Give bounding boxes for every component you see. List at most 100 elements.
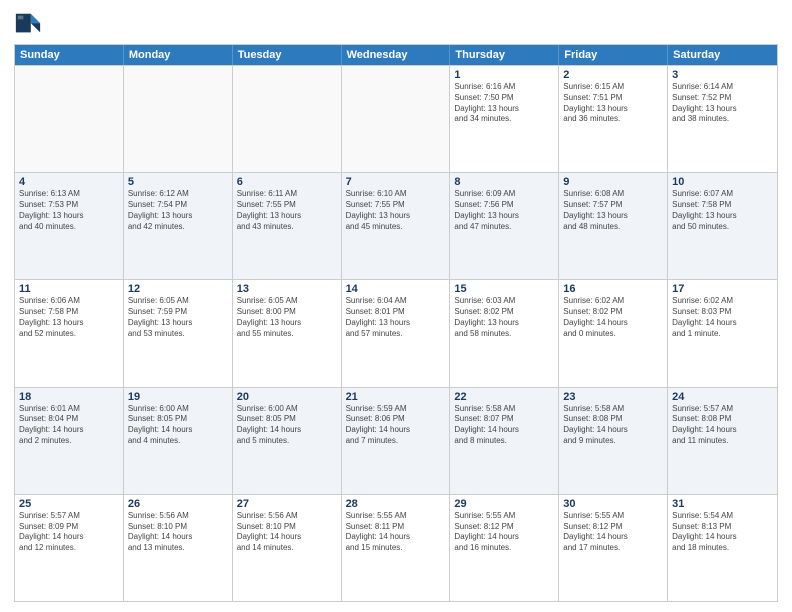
day-info: Sunrise: 6:01 AM Sunset: 8:04 PM Dayligh… (19, 404, 119, 447)
weekday-header: Monday (124, 45, 233, 65)
day-info: Sunrise: 6:11 AM Sunset: 7:55 PM Dayligh… (237, 189, 337, 232)
calendar-cell: 9Sunrise: 6:08 AM Sunset: 7:57 PM Daylig… (559, 173, 668, 279)
day-info: Sunrise: 5:56 AM Sunset: 8:10 PM Dayligh… (237, 511, 337, 554)
calendar-cell: 5Sunrise: 6:12 AM Sunset: 7:54 PM Daylig… (124, 173, 233, 279)
day-number: 23 (563, 391, 663, 403)
day-number: 16 (563, 283, 663, 295)
weekday-header: Thursday (450, 45, 559, 65)
calendar-cell (124, 66, 233, 172)
day-info: Sunrise: 6:04 AM Sunset: 8:01 PM Dayligh… (346, 296, 446, 339)
day-number: 12 (128, 283, 228, 295)
calendar-cell: 23Sunrise: 5:58 AM Sunset: 8:08 PM Dayli… (559, 388, 668, 494)
day-info: Sunrise: 6:05 AM Sunset: 8:00 PM Dayligh… (237, 296, 337, 339)
calendar-cell: 18Sunrise: 6:01 AM Sunset: 8:04 PM Dayli… (15, 388, 124, 494)
day-info: Sunrise: 6:00 AM Sunset: 8:05 PM Dayligh… (128, 404, 228, 447)
header (14, 10, 778, 38)
day-number: 7 (346, 176, 446, 188)
calendar-cell: 15Sunrise: 6:03 AM Sunset: 8:02 PM Dayli… (450, 280, 559, 386)
calendar-cell: 2Sunrise: 6:15 AM Sunset: 7:51 PM Daylig… (559, 66, 668, 172)
calendar-cell: 1Sunrise: 6:16 AM Sunset: 7:50 PM Daylig… (450, 66, 559, 172)
day-info: Sunrise: 6:02 AM Sunset: 8:03 PM Dayligh… (672, 296, 773, 339)
calendar-cell: 24Sunrise: 5:57 AM Sunset: 8:08 PM Dayli… (668, 388, 777, 494)
calendar-header: SundayMondayTuesdayWednesdayThursdayFrid… (15, 45, 777, 65)
day-info: Sunrise: 5:55 AM Sunset: 8:11 PM Dayligh… (346, 511, 446, 554)
calendar-row: 1Sunrise: 6:16 AM Sunset: 7:50 PM Daylig… (15, 65, 777, 172)
day-number: 19 (128, 391, 228, 403)
day-number: 10 (672, 176, 773, 188)
day-number: 13 (237, 283, 337, 295)
day-number: 28 (346, 498, 446, 510)
calendar-cell: 16Sunrise: 6:02 AM Sunset: 8:02 PM Dayli… (559, 280, 668, 386)
calendar-row: 25Sunrise: 5:57 AM Sunset: 8:09 PM Dayli… (15, 494, 777, 601)
day-number: 15 (454, 283, 554, 295)
day-number: 22 (454, 391, 554, 403)
calendar-cell: 22Sunrise: 5:58 AM Sunset: 8:07 PM Dayli… (450, 388, 559, 494)
calendar-cell: 7Sunrise: 6:10 AM Sunset: 7:55 PM Daylig… (342, 173, 451, 279)
weekday-header: Wednesday (342, 45, 451, 65)
day-info: Sunrise: 6:10 AM Sunset: 7:55 PM Dayligh… (346, 189, 446, 232)
calendar-cell: 13Sunrise: 6:05 AM Sunset: 8:00 PM Dayli… (233, 280, 342, 386)
day-number: 6 (237, 176, 337, 188)
calendar-cell: 10Sunrise: 6:07 AM Sunset: 7:58 PM Dayli… (668, 173, 777, 279)
day-info: Sunrise: 5:58 AM Sunset: 8:07 PM Dayligh… (454, 404, 554, 447)
calendar-cell: 30Sunrise: 5:55 AM Sunset: 8:12 PM Dayli… (559, 495, 668, 601)
day-number: 20 (237, 391, 337, 403)
day-info: Sunrise: 5:55 AM Sunset: 8:12 PM Dayligh… (563, 511, 663, 554)
day-info: Sunrise: 5:56 AM Sunset: 8:10 PM Dayligh… (128, 511, 228, 554)
logo (14, 10, 46, 38)
day-info: Sunrise: 5:57 AM Sunset: 8:09 PM Dayligh… (19, 511, 119, 554)
day-info: Sunrise: 5:58 AM Sunset: 8:08 PM Dayligh… (563, 404, 663, 447)
day-number: 24 (672, 391, 773, 403)
day-number: 8 (454, 176, 554, 188)
day-number: 18 (19, 391, 119, 403)
day-info: Sunrise: 6:08 AM Sunset: 7:57 PM Dayligh… (563, 189, 663, 232)
day-number: 29 (454, 498, 554, 510)
calendar-cell (342, 66, 451, 172)
day-info: Sunrise: 5:57 AM Sunset: 8:08 PM Dayligh… (672, 404, 773, 447)
calendar-row: 11Sunrise: 6:06 AM Sunset: 7:58 PM Dayli… (15, 279, 777, 386)
day-number: 2 (563, 69, 663, 81)
day-number: 3 (672, 69, 773, 81)
day-info: Sunrise: 5:59 AM Sunset: 8:06 PM Dayligh… (346, 404, 446, 447)
day-info: Sunrise: 6:05 AM Sunset: 7:59 PM Dayligh… (128, 296, 228, 339)
calendar-cell: 20Sunrise: 6:00 AM Sunset: 8:05 PM Dayli… (233, 388, 342, 494)
day-number: 14 (346, 283, 446, 295)
day-info: Sunrise: 5:54 AM Sunset: 8:13 PM Dayligh… (672, 511, 773, 554)
calendar-cell: 11Sunrise: 6:06 AM Sunset: 7:58 PM Dayli… (15, 280, 124, 386)
weekday-header: Tuesday (233, 45, 342, 65)
calendar-cell: 6Sunrise: 6:11 AM Sunset: 7:55 PM Daylig… (233, 173, 342, 279)
day-info: Sunrise: 6:16 AM Sunset: 7:50 PM Dayligh… (454, 82, 554, 125)
day-number: 5 (128, 176, 228, 188)
calendar-cell: 17Sunrise: 6:02 AM Sunset: 8:03 PM Dayli… (668, 280, 777, 386)
day-number: 31 (672, 498, 773, 510)
weekday-header: Sunday (15, 45, 124, 65)
day-info: Sunrise: 6:06 AM Sunset: 7:58 PM Dayligh… (19, 296, 119, 339)
logo-icon (14, 10, 42, 38)
day-number: 27 (237, 498, 337, 510)
calendar-cell: 19Sunrise: 6:00 AM Sunset: 8:05 PM Dayli… (124, 388, 233, 494)
calendar-cell (233, 66, 342, 172)
weekday-header: Friday (559, 45, 668, 65)
day-info: Sunrise: 6:09 AM Sunset: 7:56 PM Dayligh… (454, 189, 554, 232)
calendar-body: 1Sunrise: 6:16 AM Sunset: 7:50 PM Daylig… (15, 65, 777, 601)
day-number: 25 (19, 498, 119, 510)
day-info: Sunrise: 6:15 AM Sunset: 7:51 PM Dayligh… (563, 82, 663, 125)
weekday-header: Saturday (668, 45, 777, 65)
day-info: Sunrise: 5:55 AM Sunset: 8:12 PM Dayligh… (454, 511, 554, 554)
day-info: Sunrise: 6:12 AM Sunset: 7:54 PM Dayligh… (128, 189, 228, 232)
day-number: 26 (128, 498, 228, 510)
calendar-cell: 29Sunrise: 5:55 AM Sunset: 8:12 PM Dayli… (450, 495, 559, 601)
calendar-cell: 8Sunrise: 6:09 AM Sunset: 7:56 PM Daylig… (450, 173, 559, 279)
calendar-cell: 27Sunrise: 5:56 AM Sunset: 8:10 PM Dayli… (233, 495, 342, 601)
calendar-cell: 31Sunrise: 5:54 AM Sunset: 8:13 PM Dayli… (668, 495, 777, 601)
day-info: Sunrise: 6:14 AM Sunset: 7:52 PM Dayligh… (672, 82, 773, 125)
calendar-cell: 28Sunrise: 5:55 AM Sunset: 8:11 PM Dayli… (342, 495, 451, 601)
calendar-cell: 26Sunrise: 5:56 AM Sunset: 8:10 PM Dayli… (124, 495, 233, 601)
day-number: 11 (19, 283, 119, 295)
calendar-row: 4Sunrise: 6:13 AM Sunset: 7:53 PM Daylig… (15, 172, 777, 279)
day-number: 21 (346, 391, 446, 403)
day-info: Sunrise: 6:13 AM Sunset: 7:53 PM Dayligh… (19, 189, 119, 232)
day-number: 1 (454, 69, 554, 81)
calendar-cell: 12Sunrise: 6:05 AM Sunset: 7:59 PM Dayli… (124, 280, 233, 386)
day-number: 9 (563, 176, 663, 188)
